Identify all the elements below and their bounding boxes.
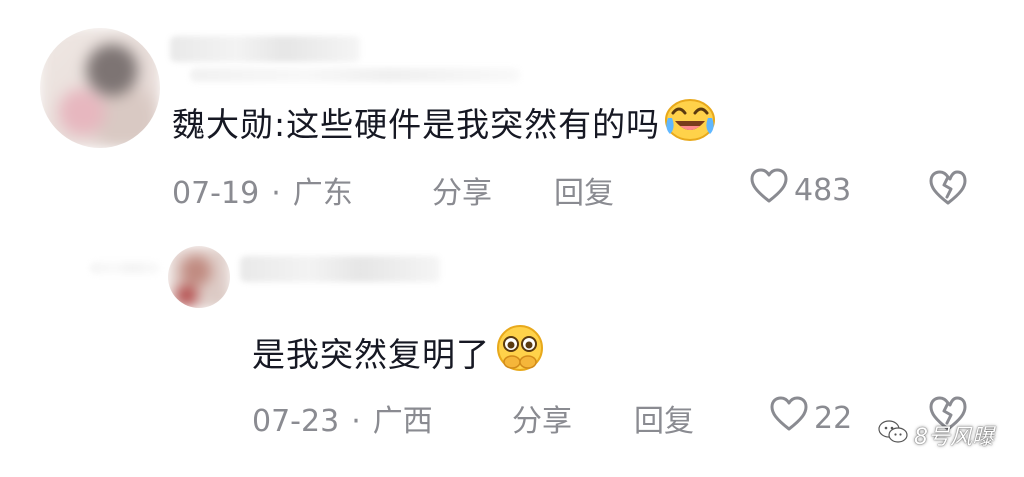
reply-button[interactable]: 回复 <box>554 168 614 212</box>
crying-laughing-face-icon <box>664 96 716 150</box>
watermark: 8号风曝 <box>878 419 994 451</box>
heart-icon <box>770 396 808 440</box>
heart-icon <box>750 168 788 212</box>
like-count: 483 <box>794 172 852 208</box>
username-redacted <box>170 36 360 62</box>
share-button[interactable]: 分享 <box>512 396 572 440</box>
like-button[interactable]: 22 <box>770 396 852 440</box>
comment-text: 是我突然复明了 <box>252 324 546 380</box>
holding-back-tears-face-icon <box>494 324 546 380</box>
comment-date: 07-19 <box>172 176 260 211</box>
avatar[interactable] <box>40 28 160 148</box>
comment-text: 魏大勋:这些硬件是我突然有的吗 <box>172 96 716 150</box>
username-redacted <box>90 262 160 274</box>
avatar[interactable] <box>168 246 230 308</box>
username-redacted <box>240 256 440 282</box>
username-redacted <box>190 68 520 82</box>
comment-location: 广西 <box>372 404 433 439</box>
wechat-logo-icon <box>878 419 908 451</box>
comment-date: 07-23 <box>252 404 340 439</box>
comment-meta: 07-23 · 广西 <box>252 396 433 440</box>
meta-separator: · <box>271 176 281 211</box>
comment-location: 广东 <box>292 176 353 211</box>
like-count: 22 <box>814 400 853 436</box>
reply-button[interactable]: 回复 <box>634 396 694 440</box>
meta-separator: · <box>351 404 361 439</box>
watermark-text: 8号风曝 <box>914 425 994 450</box>
broken-heart-icon <box>929 170 967 205</box>
comment-meta: 07-19 · 广东 <box>172 168 353 212</box>
share-button[interactable]: 分享 <box>432 168 492 212</box>
dislike-button[interactable] <box>928 170 968 210</box>
like-button[interactable]: 483 <box>750 168 851 212</box>
